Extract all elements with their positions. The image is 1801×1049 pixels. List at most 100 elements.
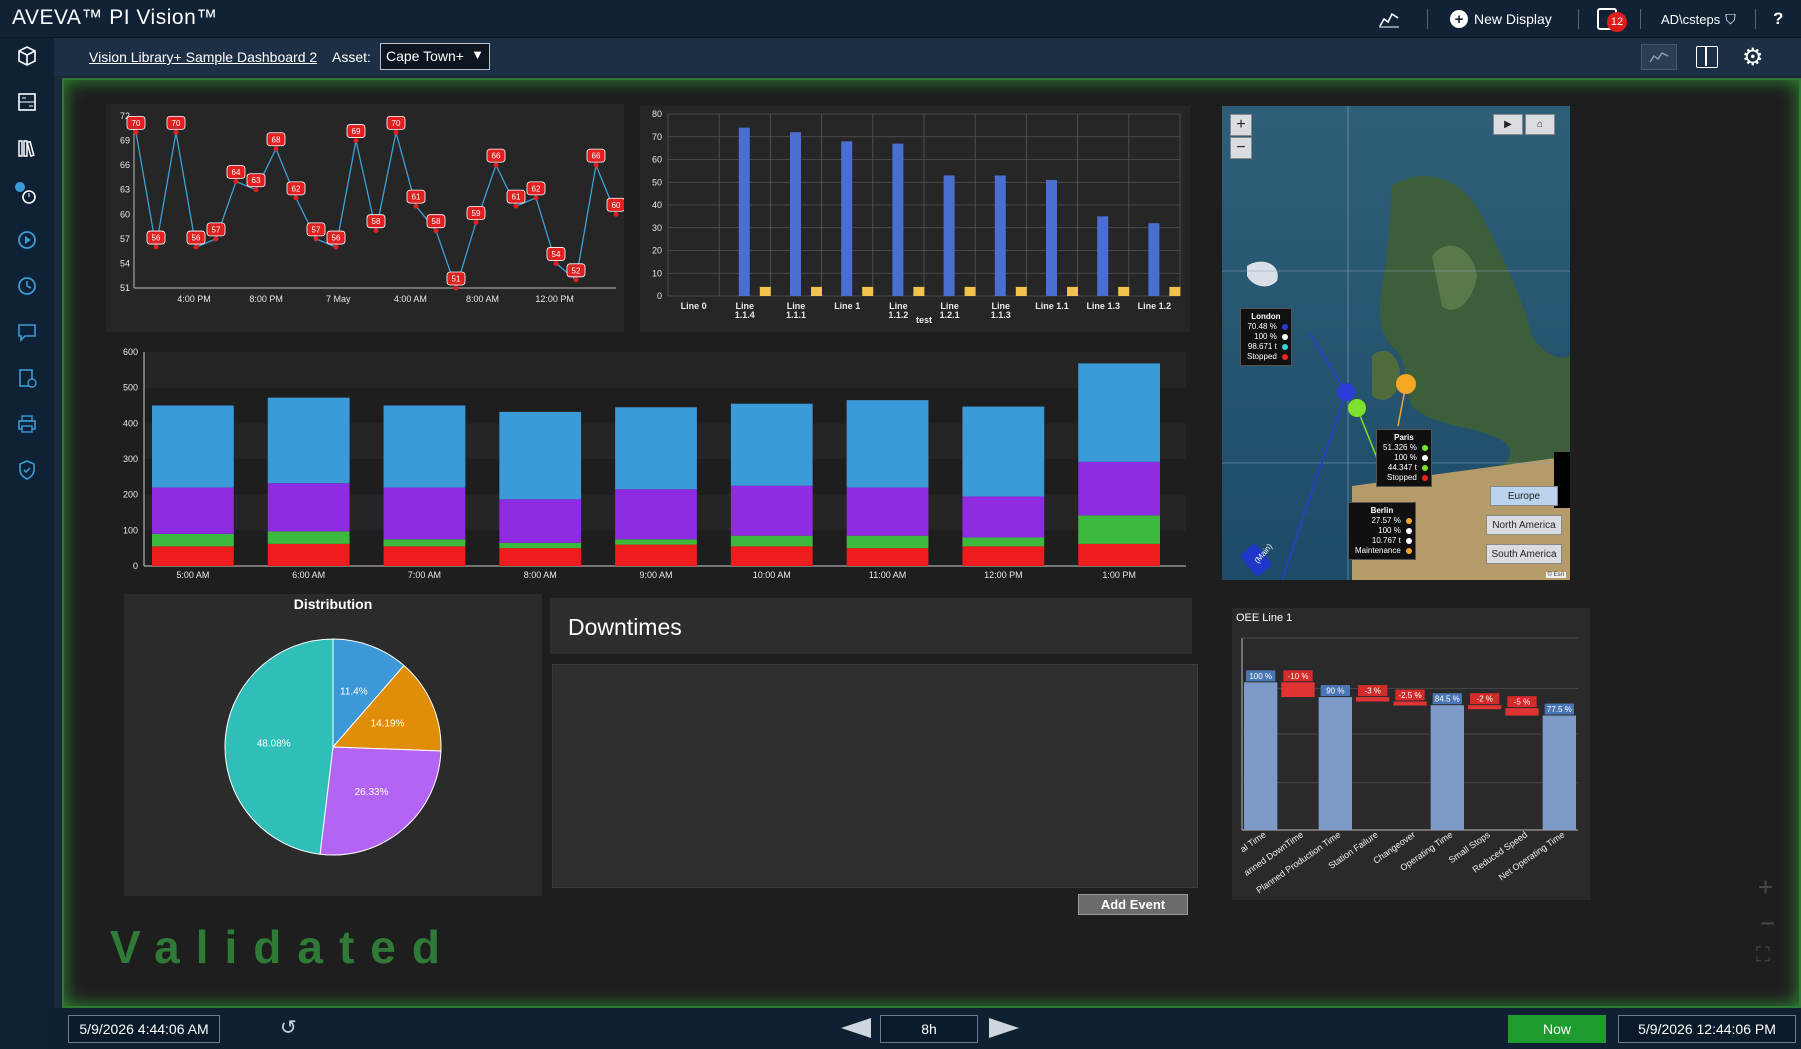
library-icon[interactable] xyxy=(13,134,41,162)
y-tick-label: 80 xyxy=(652,109,662,119)
new-display-button[interactable]: + New Display xyxy=(1450,0,1552,38)
region-south-america[interactable]: South America xyxy=(1486,544,1562,564)
data-label-text: 56 xyxy=(332,234,341,243)
asset-select[interactable]: Cape Town+ ▼ xyxy=(380,43,490,70)
map-home-icon[interactable]: ⌂ xyxy=(1525,114,1555,135)
dashboard-link[interactable]: Vision Library+ Sample Dashboard 2 xyxy=(89,49,317,65)
data-label: 56 xyxy=(146,230,166,245)
data-point xyxy=(613,211,619,217)
columns-icon[interactable] xyxy=(1696,46,1718,68)
data-point xyxy=(273,146,279,152)
bar-chart[interactable]: 80706050403020100Line 0 Line1.1.4Line1.1.… xyxy=(640,106,1190,332)
y-tick-label: 600 xyxy=(123,347,138,357)
trend-view-icon[interactable] xyxy=(1641,44,1677,70)
pie-chart[interactable]: 11.4% 14.19% 26.33% 48.08% xyxy=(124,594,542,896)
data-point xyxy=(413,203,419,209)
oee-waterfall-chart[interactable]: 100 %al Time-10 %anned DownTime90 %Plann… xyxy=(1232,608,1590,900)
data-point xyxy=(293,195,299,201)
data-point xyxy=(233,179,239,185)
forward-arrow-icon[interactable] xyxy=(989,1018,1019,1038)
display-canvas: 72 69 66 63 60 57 54 51 4:00 PM 8:00 PM 7 May 4:00 … xyxy=(62,78,1801,1008)
y-tick-label: 60 xyxy=(120,209,130,219)
now-button[interactable]: Now xyxy=(1508,1015,1606,1043)
bar xyxy=(1169,286,1181,296)
user-menu[interactable]: AD\csteps ⛉ xyxy=(1661,0,1736,38)
stacked-bar-segment xyxy=(962,537,1045,547)
x-tick-label: 1.2.1 xyxy=(940,310,960,320)
gear-icon[interactable]: ⚙ xyxy=(1742,43,1764,72)
cube-icon[interactable] xyxy=(13,42,41,70)
popup-line: 100 % xyxy=(1383,453,1428,463)
comment-icon[interactable] xyxy=(13,318,41,346)
y-tick-label: 10 xyxy=(652,268,662,278)
calculator-icon[interactable] xyxy=(13,88,41,116)
notifications-button[interactable]: 12 xyxy=(1597,0,1627,38)
pie-slice-label: 11.4% xyxy=(340,686,368,697)
bar-chart-panel: 80 70 60 50 40 30 20 10 0 Line 0 Line 1.1.4 Line 1.1.… xyxy=(640,106,1190,332)
stacked-bar-segment xyxy=(846,535,929,549)
stacked-bar-segment xyxy=(499,499,582,543)
downtimes-list[interactable] xyxy=(552,664,1198,888)
report-icon[interactable] xyxy=(13,364,41,392)
start-time-input[interactable]: 5/9/2026 4:44:06 AM xyxy=(68,1015,220,1043)
map-zoom-in[interactable]: + xyxy=(1230,114,1252,136)
popup-line: 51.326 % xyxy=(1383,443,1428,453)
x-tick-label: 7:00 AM xyxy=(408,570,441,580)
x-tick-label: 8:00 AM xyxy=(524,570,557,580)
map-zoom-out[interactable]: − xyxy=(1230,137,1252,159)
help-button[interactable]: ? xyxy=(1773,0,1783,38)
y-tick-label: 40 xyxy=(652,200,662,210)
add-event-button[interactable]: Add Event xyxy=(1078,894,1188,915)
line-chart[interactable]: 72696663605754514:00 PM 8:00 PM 7 May 4:00 … xyxy=(106,104,626,332)
x-tick-label: 9:00 AM xyxy=(639,570,672,580)
x-tick-label: 6:00 AM xyxy=(292,570,325,580)
berlin-popup: Berlin 27.57 % 100 % 10.767 t Maintenance xyxy=(1348,502,1416,560)
data-label-text: 57 xyxy=(212,225,221,234)
data-label: 59 xyxy=(466,206,486,220)
map-attribution: © Esri xyxy=(1545,572,1566,578)
duration-input[interactable]: 8h xyxy=(880,1015,978,1043)
data-label-text: 56 xyxy=(192,234,201,243)
zoom-out-icon[interactable]: − xyxy=(1760,908,1775,939)
fit-screen-icon[interactable]: ⛶ xyxy=(1756,944,1770,967)
value-label: 100 % xyxy=(1249,672,1272,681)
data-point xyxy=(213,236,219,242)
history-icon[interactable] xyxy=(13,272,41,300)
region-north-america[interactable]: North America xyxy=(1486,515,1562,535)
stacked-bar-segment xyxy=(267,397,350,484)
zoom-in-icon[interactable]: + xyxy=(1758,872,1773,903)
data-label: 56 xyxy=(326,230,346,245)
status-dot-icon xyxy=(1421,455,1428,461)
stacked-bar-chart[interactable]: 600 500 400 300 200 100 0 5:00 AM 6:00 AM 7:00 AM… xyxy=(106,342,1226,582)
x-axis-label: test xyxy=(916,315,932,325)
stacked-bar-segment xyxy=(730,403,813,486)
data-label-text: 66 xyxy=(592,152,601,161)
map-panel[interactable]: + − ▶ ⌂ London 70.48 % 100 % 98.671 t Stoppe… xyxy=(1222,106,1570,580)
playback-icon[interactable] xyxy=(13,226,41,254)
refresh-icon[interactable]: ↺ xyxy=(280,1015,297,1040)
data-label-text: 70 xyxy=(392,119,401,128)
stacked-bar-segment xyxy=(152,487,234,534)
x-tick-label: al Time xyxy=(1238,829,1268,854)
bar xyxy=(759,286,771,296)
paris-popup: Paris 51.326 % 100 % 44.347 t Stopped xyxy=(1376,429,1432,487)
data-label-text: 69 xyxy=(352,127,361,136)
data-label: 58 xyxy=(426,214,446,229)
end-time-input[interactable]: 5/9/2026 12:44:06 PM xyxy=(1618,1015,1796,1043)
oee-chart-panel: OEE Line 1 100 % al Time -10 % anned DownTi… xyxy=(1232,608,1590,900)
data-label-text: 68 xyxy=(272,135,281,144)
back-arrow-icon[interactable] xyxy=(841,1018,871,1038)
trend-icon[interactable] xyxy=(1378,0,1400,38)
region-europe[interactable]: Europe xyxy=(1490,486,1558,506)
data-label: 61 xyxy=(506,189,526,204)
data-point xyxy=(533,195,539,201)
data-label-text: 70 xyxy=(172,119,181,128)
event-icon[interactable] xyxy=(13,180,41,208)
london-marker xyxy=(1337,383,1355,401)
shield-icon[interactable] xyxy=(13,456,41,484)
stacked-bar-segment xyxy=(499,411,582,500)
stacked-bar-segment xyxy=(730,535,813,547)
print-icon[interactable] xyxy=(13,410,41,438)
stacked-bar-segment xyxy=(267,531,350,544)
map-play-icon[interactable]: ▶ xyxy=(1493,114,1523,135)
